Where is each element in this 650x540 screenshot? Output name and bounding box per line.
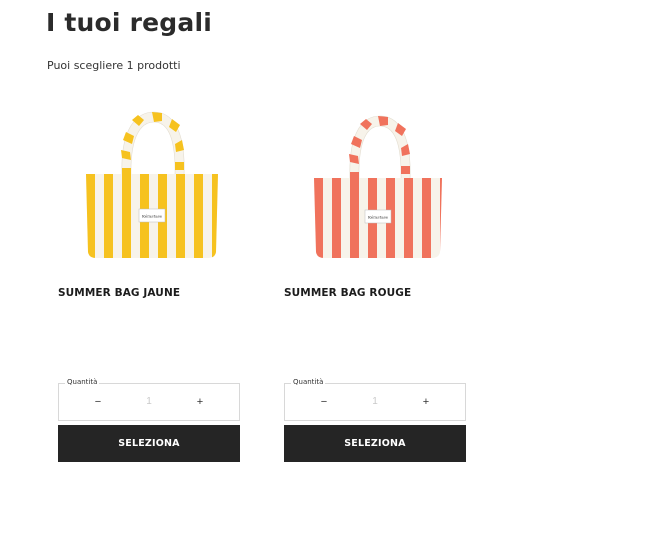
select-button[interactable]: SELEZIONA	[58, 425, 240, 462]
quantity-stepper: Quantità − 1 +	[284, 378, 466, 421]
quantity-label: Quantità	[291, 378, 326, 386]
quantity-value: 1	[372, 396, 378, 407]
page-subtitle: Puoi scegliere 1 prodotti	[47, 59, 181, 72]
product-image[interactable]: Kérastase	[298, 106, 458, 266]
tote-bag-image: Kérastase	[314, 115, 442, 258]
product-name[interactable]: SUMMER BAG ROUGE	[284, 287, 411, 299]
product-card-jaune: Kérastase SUMMER BAG JAUNE Quantità − 1 …	[58, 96, 240, 466]
quantity-decrease-button[interactable]: −	[88, 394, 108, 410]
product-card-rouge: Kérastase SUMMER BAG ROUGE Quantità − 1 …	[284, 96, 466, 466]
svg-text:Kérastase: Kérastase	[142, 214, 163, 219]
select-button[interactable]: SELEZIONA	[284, 425, 466, 462]
quantity-stepper: Quantità − 1 +	[58, 378, 240, 421]
quantity-increase-button[interactable]: +	[190, 394, 210, 410]
tote-bag-image: Kérastase	[86, 111, 218, 258]
quantity-value: 1	[146, 396, 152, 407]
quantity-decrease-button[interactable]: −	[314, 394, 334, 410]
svg-text:Kérastase: Kérastase	[368, 215, 389, 220]
quantity-increase-button[interactable]: +	[416, 394, 436, 410]
product-image[interactable]: Kérastase	[72, 106, 232, 266]
quantity-label: Quantità	[65, 378, 100, 386]
page-title: I tuoi regali	[46, 8, 212, 37]
product-name[interactable]: SUMMER BAG JAUNE	[58, 287, 180, 299]
